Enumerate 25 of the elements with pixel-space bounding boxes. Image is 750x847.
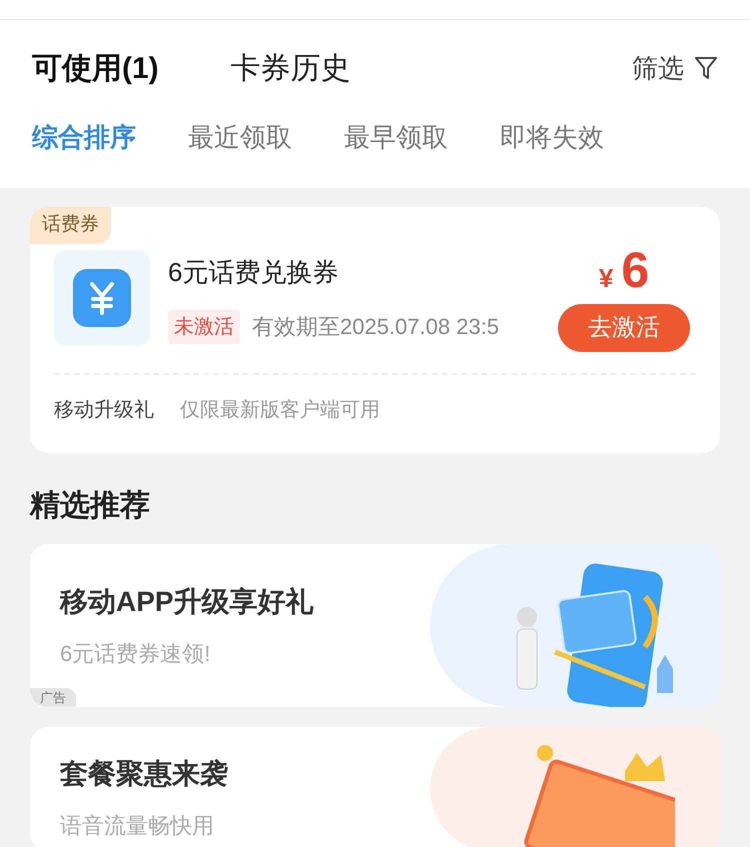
coupon-amount: 6	[621, 244, 650, 294]
filter-icon[interactable]	[694, 55, 718, 81]
tab[interactable]: 可使用(1)	[32, 46, 159, 90]
banner-card[interactable]: 套餐聚惠来袭 语音流量畅快用	[30, 727, 720, 847]
coupon-source: 移动升级礼	[54, 398, 154, 423]
sort-option[interactable]: 最早领取	[344, 118, 448, 156]
banner-title: 套餐聚惠来袭	[60, 757, 228, 791]
banner-card[interactable]: 移动APP升级享好礼 6元话费券速领! 广告	[30, 544, 720, 707]
banner-title: 移动APP升级享好礼	[60, 585, 314, 619]
tab[interactable]: 卡券历史	[230, 46, 351, 90]
validity-text: 有效期至2025.07.08 23:5	[252, 313, 500, 341]
sort-option[interactable]: 最近领取	[188, 118, 292, 156]
section-title: 精选推荐	[30, 489, 150, 522]
restriction-text: 仅限最新版客户端可用	[180, 398, 380, 423]
coupon-type-tag: 话费券	[30, 207, 111, 244]
yuan-icon	[73, 269, 131, 327]
filter-label[interactable]: 筛选	[632, 48, 684, 88]
banner-subtitle: 语音流量畅快用	[60, 812, 215, 840]
status-tag: 未激活	[168, 310, 240, 344]
ad-label: 广告	[30, 688, 76, 707]
coupon-title: 6元话费兑换券	[168, 256, 340, 288]
sort-option[interactable]: 即将失效	[500, 118, 604, 156]
sort-option[interactable]: 综合排序	[32, 118, 136, 156]
banner-subtitle: 6元话费券速领!	[60, 640, 212, 668]
currency-symbol: ¥	[598, 262, 614, 294]
